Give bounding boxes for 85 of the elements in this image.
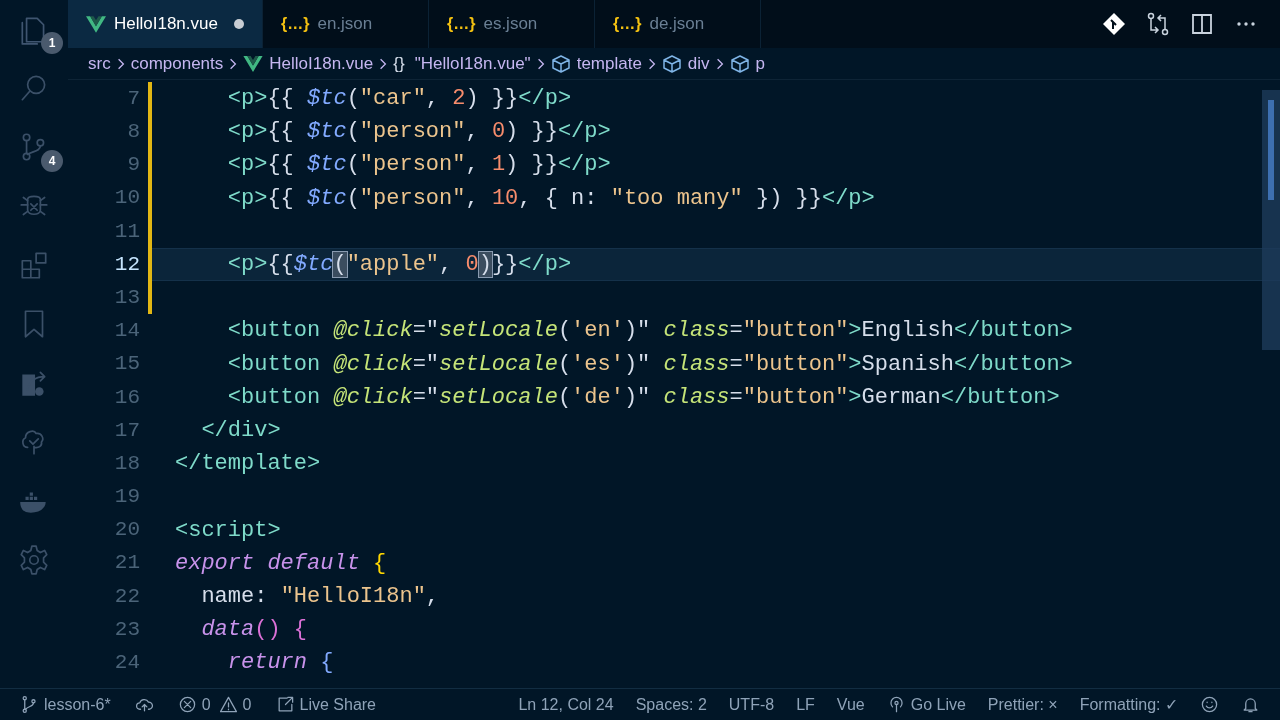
tab-label: de.json	[649, 13, 705, 36]
status-item[interactable]: Spaces: 2	[635, 692, 707, 717]
tab-label: HelloI18n.vue	[114, 13, 218, 36]
line-number: 21	[113, 550, 140, 577]
code-line: <button @click="setLocale('en')" class="button">English</button>	[226, 317, 1073, 346]
smiley-icon[interactable]	[1200, 695, 1219, 714]
error-icon[interactable]	[177, 695, 197, 714]
line-number: 14	[113, 318, 140, 345]
status-item[interactable]: Ln 12, Col 24	[518, 692, 614, 717]
bell-icon[interactable]	[1241, 695, 1260, 714]
compare-icon[interactable]	[1146, 12, 1170, 36]
json-icon: {…}	[612, 12, 642, 36]
status-item[interactable]: Vue	[836, 692, 865, 717]
line-number: 18	[113, 450, 140, 477]
badge: 4	[41, 150, 63, 172]
code-line: return {	[226, 649, 334, 678]
code-line: <script>	[175, 516, 281, 545]
cube-icon	[550, 53, 571, 74]
status-item[interactable]: Formatting: ✓	[1079, 692, 1178, 717]
breadcrumb-item[interactable]: div	[687, 50, 710, 77]
line-number: 20	[113, 517, 140, 544]
code-line: <p>{{$tc("apple", 0)}}</p>	[226, 251, 572, 280]
status-item[interactable]: 0	[242, 692, 252, 717]
chevron-icon	[116, 56, 125, 71]
status-item[interactable]: UTF-8	[728, 692, 775, 717]
split-editor-icon[interactable]	[1190, 12, 1214, 36]
vue-icon	[243, 55, 264, 72]
line-number: 19	[113, 484, 140, 511]
breadcrumb-item[interactable]: HelloI18n.vue	[269, 50, 374, 77]
line-number: 11	[113, 218, 140, 245]
branch-icon[interactable]	[20, 695, 39, 714]
code-line: export default {	[175, 549, 387, 578]
code-line: data() {	[200, 616, 308, 645]
line-number: 22	[113, 583, 140, 610]
line-number: 13	[113, 284, 140, 311]
line-number: 9	[126, 152, 140, 179]
code-line: </template>	[175, 450, 321, 479]
code-line: <p>{{ $tc("person", 0) }}</p>	[226, 118, 611, 147]
json-icon: {…}	[446, 12, 476, 36]
badge: 1	[41, 32, 63, 54]
code-line: <p>{{ $tc("person", 1) }}</p>	[226, 151, 611, 180]
line-number: 8	[126, 119, 140, 146]
code-line: <p>{{ $tc("car", 2) }}</p>	[226, 85, 572, 114]
editor-tab[interactable]: {…} de.json	[594, 0, 761, 48]
line-number: 16	[113, 384, 140, 411]
editor-tab[interactable]: HelloI18n.vue	[68, 0, 263, 48]
vue-icon	[86, 15, 106, 33]
status-item[interactable]: 0	[201, 692, 211, 717]
status-item[interactable]: Go Live	[910, 692, 966, 717]
braces-icon: {}	[393, 50, 405, 77]
breadcrumb-item[interactable]: components	[130, 50, 224, 77]
json-icon: {…}	[280, 12, 310, 36]
line-number: 17	[113, 417, 140, 444]
line-number: 24	[113, 650, 140, 677]
editor-tab[interactable]: {…} en.json	[262, 0, 429, 48]
line-number: 23	[113, 616, 140, 643]
breadcrumb-item[interactable]: p	[755, 50, 766, 77]
status-item[interactable]: Prettier: ×	[987, 692, 1058, 717]
cube-icon	[729, 53, 750, 74]
tab-label: en.json	[317, 13, 373, 36]
line-number: 10	[113, 185, 140, 212]
status-item[interactable]: lesson-6*	[44, 692, 111, 717]
breadcrumb-item[interactable]: "HelloI18n.vue"	[414, 50, 531, 77]
code-line: <button @click="setLocale('de')" class="button">German</button>	[226, 383, 1060, 412]
chevron-icon	[229, 56, 238, 71]
line-number: 7	[126, 85, 140, 112]
line-number: 12	[113, 251, 140, 278]
tab-label: es.json	[483, 13, 538, 36]
warning-icon[interactable]	[218, 695, 238, 714]
breadcrumb-item[interactable]: src	[88, 50, 111, 77]
code-line: <button @click="setLocale('es')" class="button">Spanish</button>	[226, 350, 1073, 379]
chevron-icon	[647, 56, 656, 71]
code-line: <p>{{ $tc("person", 10, { n: "too many" }) }}</p>	[226, 184, 875, 213]
cube-icon	[661, 53, 682, 74]
editor-tab[interactable]: {…} es.json	[428, 0, 595, 48]
code-line: </div>	[200, 416, 281, 445]
git-icon[interactable]	[1102, 12, 1126, 36]
chevron-icon	[379, 56, 388, 71]
breadcrumb-item[interactable]: template	[576, 50, 642, 77]
line-number: 15	[113, 351, 140, 378]
status-item[interactable]: LF	[796, 692, 815, 717]
chevron-icon	[536, 56, 545, 71]
chevron-icon	[715, 56, 724, 71]
code-line: name: "HelloI18n",	[200, 582, 440, 611]
status-item[interactable]: Live Share	[299, 692, 376, 717]
